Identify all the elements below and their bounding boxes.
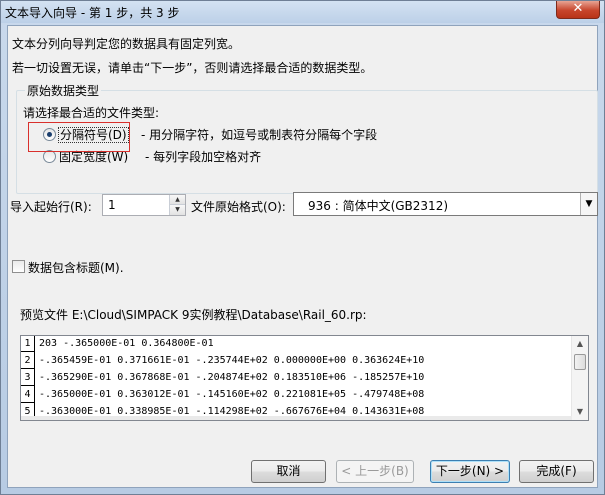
preview-line: -.365000E-01 0.363012E-01 -.145160E+02 0… [39,389,425,400]
stepper-down-icon[interactable]: ▼ [170,205,185,215]
preview-vertical-scrollbar[interactable]: ▲ ▼ [571,336,588,420]
scroll-down-icon[interactable]: ▼ [572,404,588,420]
preview-line: 203 -.365000E-01 0.364800E-01 [39,338,214,349]
back-button[interactable]: < 上一步(B) [336,460,414,483]
has-header-checkbox[interactable] [12,260,25,273]
start-row-label: 导入起始行(R): [10,200,92,214]
start-row-value[interactable]: 1 [108,198,116,212]
row-number: 1 [21,336,34,352]
delimited-description: - 用分隔字符，如逗号或制表符分隔每个字段 [141,128,378,142]
has-header-label[interactable]: 数据包含标题(M). [28,259,124,276]
row-number: 2 [21,353,34,369]
row-number: 3 [21,370,34,386]
intro-text-line2: 若一切设置无误，请单击“下一步”，否则请选择最合适的数据类型。 [12,61,373,75]
next-button[interactable]: 下一步(N) > [430,460,510,483]
file-origin-value: 936 : 简体中文(GB2312) [308,199,449,213]
preview-label: 预览文件 E:\Cloud\SIMPACK 9实例教程\Database\Rai… [20,308,367,322]
window-title: 文本导入向导 - 第 1 步，共 3 步 [5,6,180,20]
group-legend: 原始数据类型 [25,82,102,99]
file-origin-label: 文件原始格式(O): [191,200,286,214]
close-button[interactable]: ✕ [556,1,600,19]
file-origin-select[interactable]: 936 : 简体中文(GB2312) ▼ [293,192,598,216]
cancel-button[interactable]: 取消 [251,460,326,483]
finish-button[interactable]: 完成(F) [519,460,594,483]
stepper-up-icon[interactable]: ▲ [170,195,185,205]
text-import-wizard-window: 文本导入向导 - 第 1 步，共 3 步 ✕ 文本分列向导判定您的数据具有固定列… [0,0,605,495]
stepper-buttons: ▲ ▼ [169,195,185,215]
highlight-box [28,122,130,152]
preview-line: -.365290E-01 0.367868E-01 -.204874E+02 0… [39,372,425,383]
preview-line: -.365459E-01 0.371661E-01 -.235744E+02 0… [39,355,425,366]
intro-text-line1: 文本分列向导判定您的数据具有固定列宽。 [12,37,241,51]
preview-horizontal-scrollbar[interactable] [21,416,572,420]
chevron-down-icon[interactable]: ▼ [580,193,597,215]
row-number: 4 [21,387,34,403]
scroll-up-icon[interactable]: ▲ [572,336,588,352]
fixed-width-description: - 每列字段加空格对齐 [145,150,262,164]
start-row-stepper[interactable]: 1 ▲ ▼ [102,194,186,216]
wizard-body: 文本分列向导判定您的数据具有固定列宽。 若一切设置无误，请单击“下一步”，否则请… [7,25,598,488]
row-number-column: 1 2 3 4 5 [21,336,35,420]
title-bar: 文本导入向导 - 第 1 步，共 3 步 ✕ [1,1,604,23]
file-type-prompt: 请选择最合适的文件类型: [23,106,160,120]
preview-pane[interactable]: 1 2 3 4 5 203 -.365000E-01 0.364800E-01 … [20,335,589,421]
scroll-thumb[interactable] [574,354,586,370]
